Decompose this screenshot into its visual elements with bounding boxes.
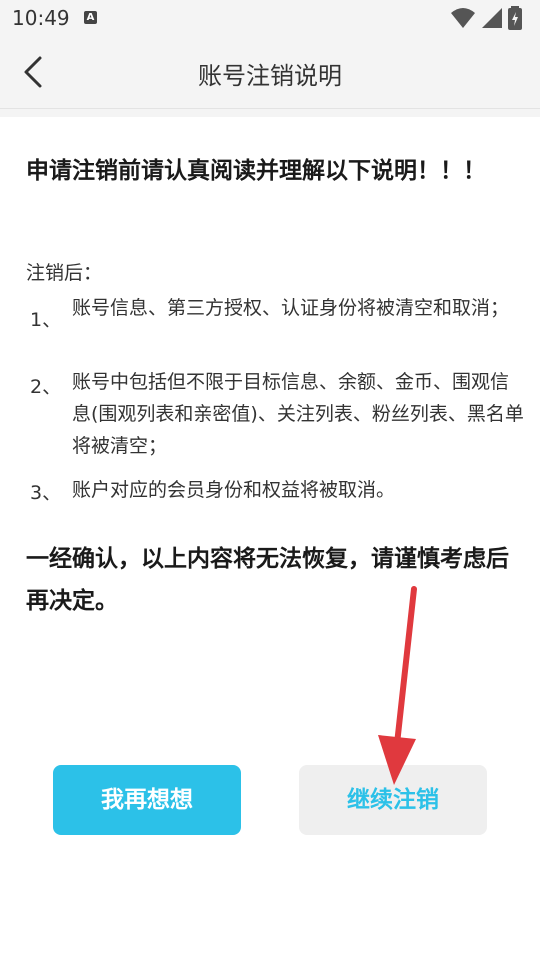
list-text: 账户对应的会员身份和权益将被取消。 (72, 479, 396, 501)
after-cancel-label: 注销后： (26, 262, 103, 284)
battery-icon (508, 6, 522, 30)
notification-icon: A (84, 11, 97, 24)
list-text: 账号中包括但不限于目标信息、余额、金币、围观信息(围观列表和亲密值)、关注列表、… (72, 371, 524, 457)
signal-icon (482, 8, 502, 28)
list-text: 账号信息、第三方授权、认证身份将被清空和取消； (72, 297, 510, 319)
list-number: 1、 (30, 309, 62, 331)
nav-bar: 账号注销说明 (0, 36, 540, 109)
divider (0, 109, 540, 117)
status-icons (450, 6, 530, 30)
list-number: 3、 (30, 482, 62, 504)
page-title: 账号注销说明 (198, 62, 342, 90)
status-time: 10:49 (12, 6, 70, 30)
list-number: 2、 (30, 376, 62, 398)
final-warning: 一经确认，以上内容将无法恢复，请谨慎考虑后再决定。 (26, 546, 509, 614)
continue-cancel-button[interactable]: 继续注销 (299, 765, 487, 835)
think-again-button[interactable]: 我再想想 (53, 765, 241, 835)
status-bar: 10:49 A (0, 0, 540, 36)
warning-title: 申请注销前请认真阅读并理解以下说明！！！ (26, 158, 486, 184)
wifi-icon (451, 8, 475, 28)
